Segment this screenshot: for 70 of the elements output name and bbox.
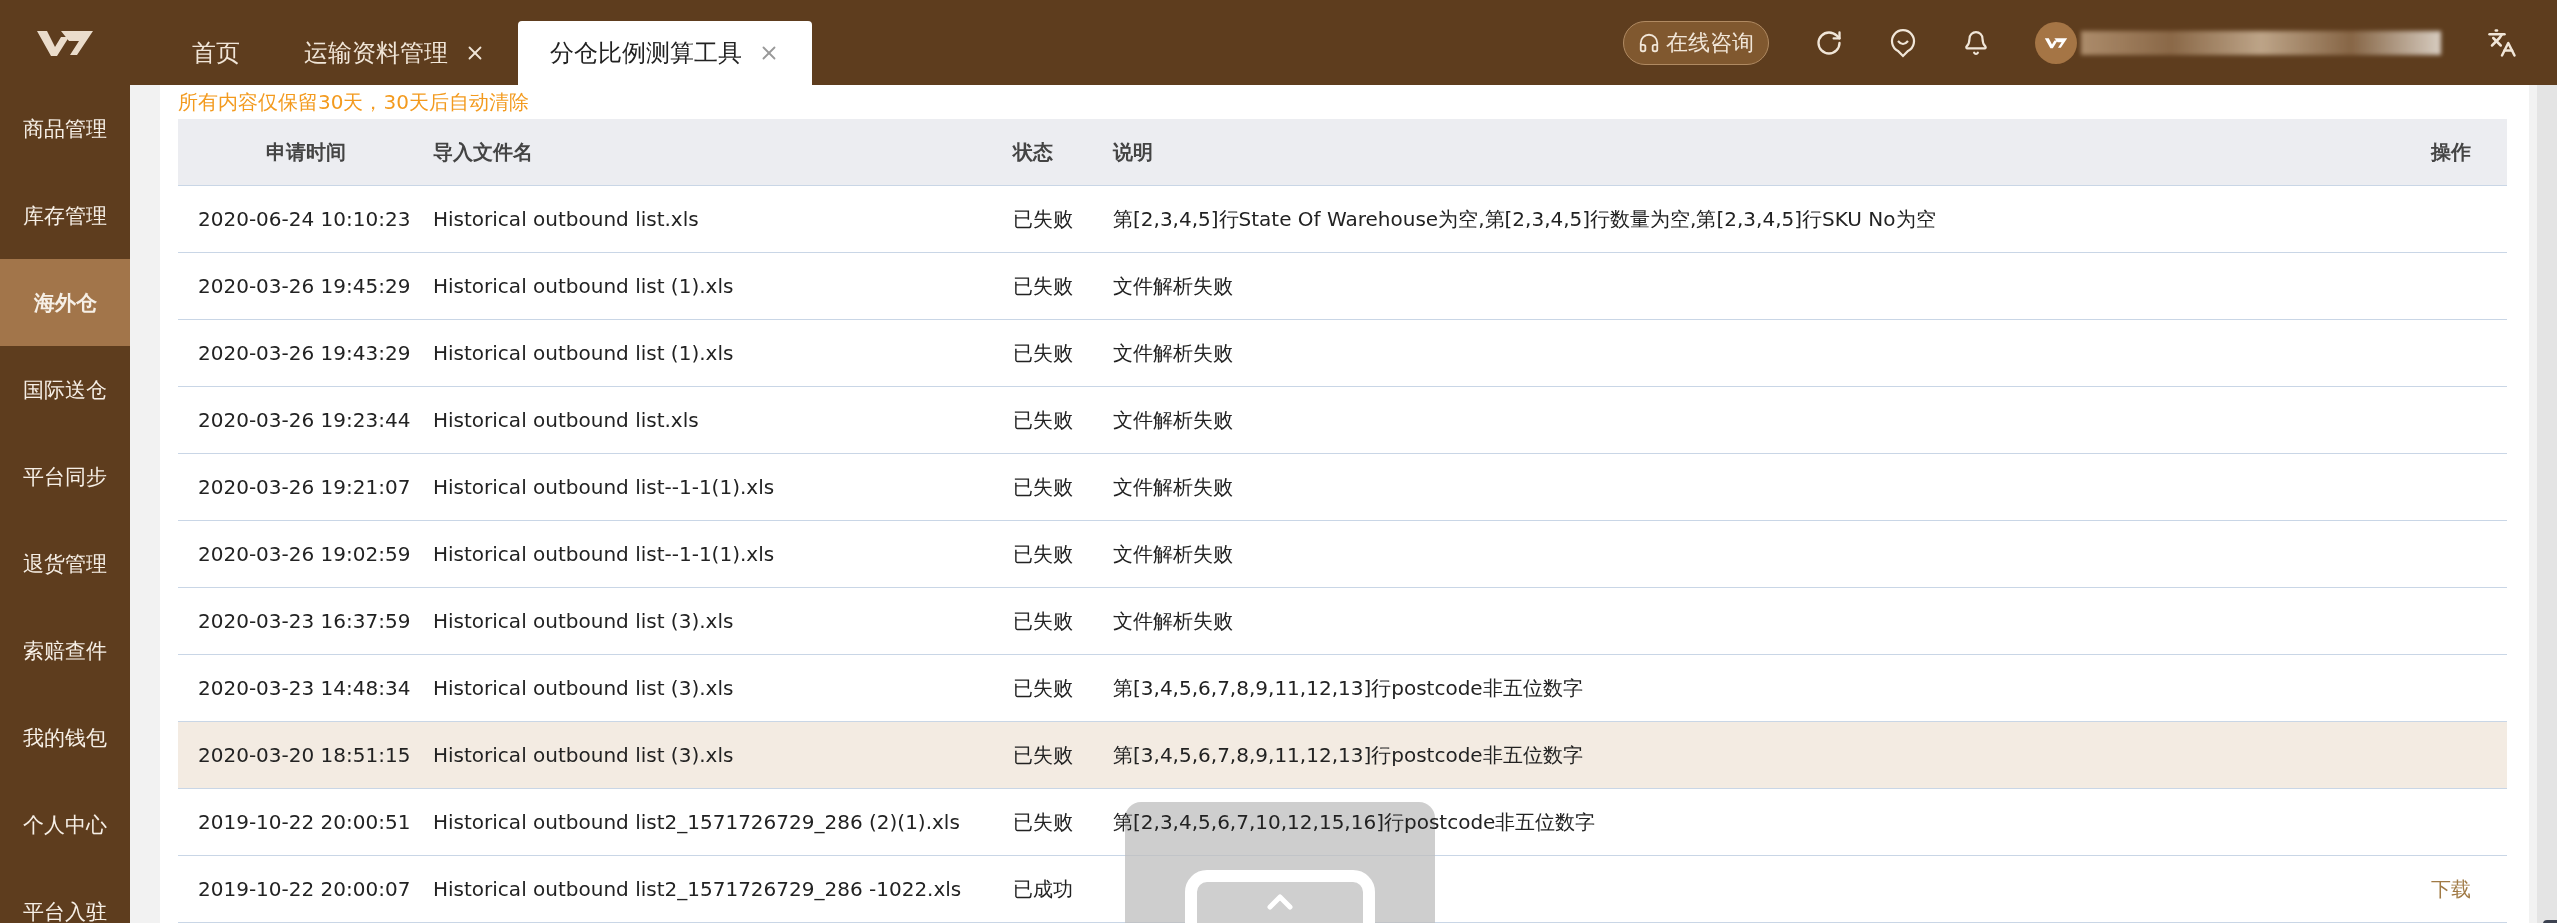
sidebar-item[interactable]: 平台同步	[0, 433, 130, 520]
table-cell: Historical outbound list--1-1(1).xls	[433, 475, 775, 499]
table-cell: 2020-03-26 19:43:29	[198, 341, 411, 365]
table-cell: Historical outbound list (3).xls	[433, 676, 734, 700]
sidebar-item[interactable]: 国际送仓	[0, 346, 130, 433]
table-cell: 已失败	[1013, 808, 1073, 836]
translate-icon[interactable]	[2487, 27, 2517, 58]
table-cell: 2020-06-24 10:10:23	[198, 207, 411, 231]
column-header: 说明	[1113, 138, 1153, 166]
table-cell: 已失败	[1013, 339, 1073, 367]
table-cell: 2020-03-23 16:37:59	[198, 609, 411, 633]
table-cell: 2019-10-22 20:00:51	[198, 810, 411, 834]
table-cell: Historical outbound list (1).xls	[433, 341, 734, 365]
table-cell: 2019-10-22 20:00:07	[198, 877, 411, 901]
table-cell: 已失败	[1013, 540, 1073, 568]
table-cell: Historical outbound list--1-1(1).xls	[433, 542, 775, 566]
column-header: 状态	[1013, 138, 1053, 166]
table-cell: 已失败	[1013, 741, 1073, 769]
table-cell: Historical outbound list (3).xls	[433, 609, 734, 633]
table-cell: 文件解析失败	[1113, 272, 1233, 300]
table-cell: 已失败	[1013, 205, 1073, 233]
sidebar-item[interactable]: 退货管理	[0, 520, 130, 607]
table-cell: 文件解析失败	[1113, 473, 1233, 501]
table-cell: 文件解析失败	[1113, 607, 1233, 635]
bell-icon[interactable]	[1963, 29, 1989, 56]
table-cell: Historical outbound list (1).xls	[433, 274, 734, 298]
table-cell: 已失败	[1013, 406, 1073, 434]
table-cell: 文件解析失败	[1113, 406, 1233, 434]
refresh-icon[interactable]	[1815, 28, 1843, 57]
column-header: 导入文件名	[433, 138, 533, 166]
tab[interactable]: 首页	[160, 21, 272, 85]
column-header: 操作	[2431, 138, 2472, 166]
sidebar-item[interactable]: 平台入驻	[0, 868, 130, 923]
table-cell: 2020-03-26 19:45:29	[198, 274, 411, 298]
table-cell: 文件解析失败	[1113, 339, 1233, 367]
download-link[interactable]: 下载	[2431, 875, 2471, 903]
table-cell: 已失败	[1013, 607, 1073, 635]
column-header: 申请时间	[265, 138, 346, 166]
table-cell: 已失败	[1013, 473, 1073, 501]
table-cell: 2020-03-26 19:02:59	[198, 542, 411, 566]
table-cell: 已失败	[1013, 272, 1073, 300]
table-cell: Historical outbound list.xls	[433, 408, 699, 432]
table-cell: 已失败	[1013, 674, 1073, 702]
headset-icon	[1638, 31, 1660, 54]
table-cell: 2020-03-20 18:51:15	[198, 743, 411, 767]
sidebar-item[interactable]: 商品管理	[0, 85, 130, 172]
notice-text: 所有内容仅保留30天，30天后自动清除	[178, 88, 530, 116]
table-cell: Historical outbound list2_1571726729_286 (2)(1).xls	[433, 810, 960, 834]
table-cell: 2020-03-26 19:21:07	[198, 475, 411, 499]
consult-button[interactable]: 在线咨询	[1623, 20, 1769, 65]
table-cell: 第[2,3,4,5]行State Of Warehouse为空,第[2,3,4,5]行数量为空,第[2,3,4,5]行SKU No为空	[1113, 205, 1936, 233]
table-cell: 已成功	[1013, 875, 1073, 903]
sidebar-item[interactable]: 我的钱包	[0, 694, 130, 781]
table-cell: 2020-03-26 19:23:44	[198, 408, 411, 432]
tab[interactable]: 分仓比例测算工具	[518, 21, 812, 85]
avatar[interactable]	[2035, 21, 2077, 64]
table-cell: 第[2,3,4,5,6,7,10,12,15,16]行postcode非五位数字	[1113, 808, 1596, 836]
table-cell: Historical outbound list2_1571726729_286 -1022.xls	[433, 877, 962, 901]
table-cell: Historical outbound list (3).xls	[433, 743, 734, 767]
sidebar-item[interactable]: 索赔查件	[0, 607, 130, 694]
table-cell: 文件解析失败	[1113, 540, 1233, 568]
table-cell: Historical outbound list.xls	[433, 207, 699, 231]
sidebar-item[interactable]: 个人中心	[0, 781, 130, 868]
table-cell: 第[3,4,5,6,7,8,9,11,12,13]行postcode非五位数字	[1113, 674, 1583, 702]
smile-bubble-icon[interactable]	[1889, 27, 1917, 58]
tab[interactable]: 运输资料管理	[272, 21, 518, 85]
table-cell: 2020-03-23 14:48:34	[198, 676, 411, 700]
sidebar-item[interactable]: 海外仓	[0, 259, 130, 346]
sidebar-item[interactable]: 库存管理	[0, 172, 130, 259]
table-cell: 第[3,4,5,6,7,8,9,11,12,13]行postcode非五位数字	[1113, 741, 1583, 769]
